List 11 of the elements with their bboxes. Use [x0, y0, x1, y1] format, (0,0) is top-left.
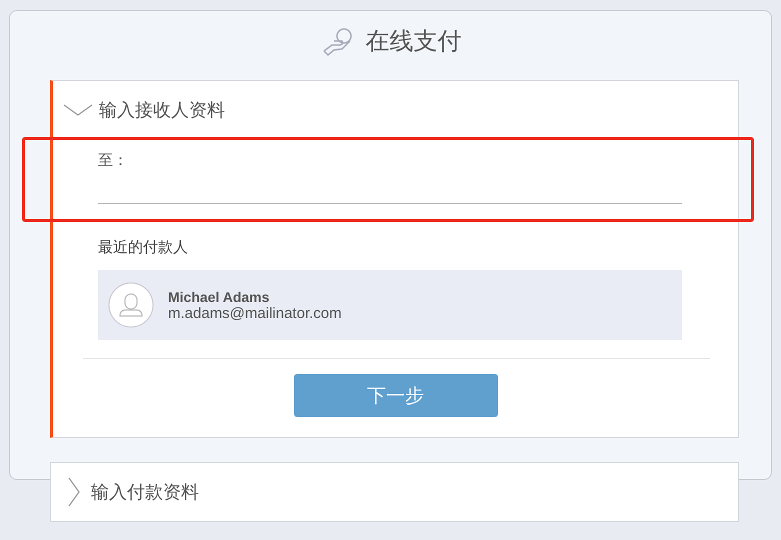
section-header[interactable]: 输入接收人资料: [53, 81, 738, 139]
chevron-down-icon: [63, 103, 93, 117]
recent-payees-heading: 最近的付款人: [97, 237, 189, 257]
payee-name: Michael Adams: [168, 288, 270, 304]
page-title: 在线支付: [366, 26, 462, 57]
field-label: 至：: [98, 151, 129, 170]
avatar-icon: [108, 282, 154, 328]
payee-email: m.adams@mailinator.com: [168, 304, 342, 322]
section-header[interactable]: 输入付款资料: [51, 463, 738, 521]
chevron-right-icon: [67, 477, 81, 507]
payee-item[interactable]: Michael Adams m.adams@mailinator.com: [98, 270, 682, 340]
